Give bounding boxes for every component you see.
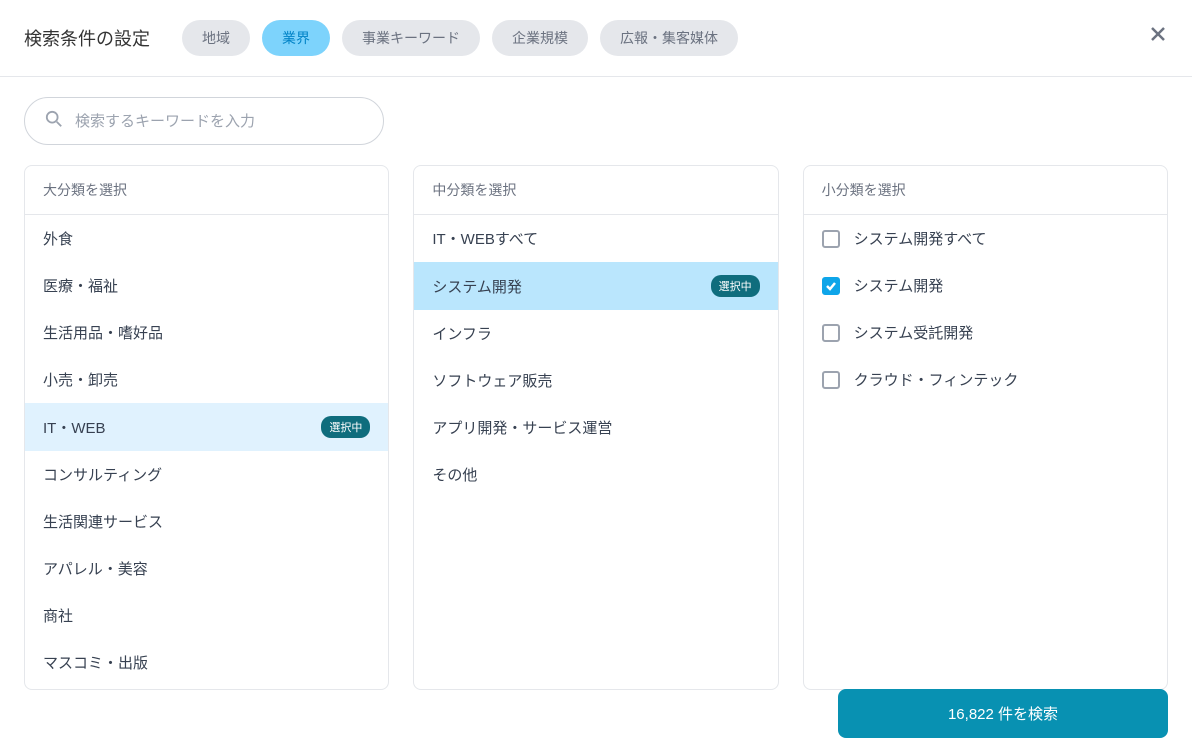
large-category-item[interactable]: コンサルティング (25, 451, 388, 498)
small-category-checkbox-item[interactable]: システム受託開発 (804, 309, 1167, 356)
small-category-list[interactable]: システム開発すべて システム開発 システム受託開発 クラウド・フィンテック (804, 215, 1167, 689)
category-panels: 大分類を選択 外食 医療・福祉 生活用品・嗜好品 小売・卸売 IT・WEB 選択… (0, 145, 1192, 710)
checkbox-checked[interactable] (822, 277, 840, 295)
middle-category-header: 中分類を選択 (414, 166, 777, 215)
search-suffix: 件を検索 (994, 706, 1058, 723)
tab-keyword[interactable]: 事業キーワード (342, 20, 480, 56)
middle-category-item[interactable]: ソフトウェア販売 (414, 357, 777, 404)
selected-badge: 選択中 (711, 275, 760, 297)
large-category-item[interactable]: 商社 (25, 592, 388, 639)
search-icon (45, 110, 63, 133)
large-category-header: 大分類を選択 (25, 166, 388, 215)
check-icon (825, 280, 837, 292)
tab-media[interactable]: 広報・集客媒体 (600, 20, 738, 56)
small-category-header: 小分類を選択 (804, 166, 1167, 215)
middle-category-item[interactable]: インフラ (414, 310, 777, 357)
small-category-panel: 小分類を選択 システム開発すべて システム開発 システム受託開発 (803, 165, 1168, 690)
small-category-checkbox-item[interactable]: クラウド・フィンテック (804, 356, 1167, 403)
large-category-item[interactable]: 生活関連サービス (25, 498, 388, 545)
search-input[interactable] (75, 113, 363, 130)
tab-region[interactable]: 地域 (182, 20, 250, 56)
middle-category-item[interactable]: その他 (414, 451, 777, 498)
large-category-item[interactable]: 外食 (25, 215, 388, 262)
category-tabs: 地域 業界 事業キーワード 企業規模 広報・集客媒体 (182, 20, 738, 56)
search-box[interactable] (24, 97, 384, 145)
checkbox-unchecked[interactable] (822, 371, 840, 389)
checkbox-unchecked[interactable] (822, 324, 840, 342)
modal-title: 検索条件の設定 (24, 25, 150, 51)
modal-header: 検索条件の設定 地域 業界 事業キーワード 企業規模 広報・集客媒体 (0, 0, 1192, 77)
search-row (0, 77, 1192, 145)
large-category-list[interactable]: 外食 医療・福祉 生活用品・嗜好品 小売・卸売 IT・WEB 選択中 コンサルテ… (25, 215, 388, 689)
large-category-item[interactable]: 医療・福祉 (25, 262, 388, 309)
large-category-panel: 大分類を選択 外食 医療・福祉 生活用品・嗜好品 小売・卸売 IT・WEB 選択… (24, 165, 389, 690)
middle-category-panel: 中分類を選択 IT・WEBすべて システム開発 選択中 インフラ ソフトウェア販… (413, 165, 778, 690)
large-category-item-selected[interactable]: IT・WEB 選択中 (25, 403, 388, 451)
middle-category-item-selected[interactable]: システム開発 選択中 (414, 262, 777, 310)
middle-category-list[interactable]: IT・WEBすべて システム開発 選択中 インフラ ソフトウェア販売 アプリ開発… (414, 215, 777, 689)
tab-company-size[interactable]: 企業規模 (492, 20, 588, 56)
large-category-item[interactable]: 生活用品・嗜好品 (25, 309, 388, 356)
small-category-checkbox-item[interactable]: システム開発すべて (804, 215, 1167, 262)
large-category-item[interactable]: アパレル・美容 (25, 545, 388, 592)
result-count: 16,822 (948, 706, 994, 723)
middle-category-item[interactable]: アプリ開発・サービス運営 (414, 404, 777, 451)
large-category-item[interactable]: 食品 (25, 686, 388, 689)
selected-badge: 選択中 (321, 416, 370, 438)
modal-footer: 16,822 件を検索 (814, 673, 1192, 754)
large-category-item[interactable]: マスコミ・出版 (25, 639, 388, 686)
large-category-item[interactable]: 小売・卸売 (25, 356, 388, 403)
middle-category-item[interactable]: IT・WEBすべて (414, 215, 777, 262)
close-button[interactable] (1148, 24, 1168, 49)
small-category-checkbox-item[interactable]: システム開発 (804, 262, 1167, 309)
checkbox-unchecked[interactable] (822, 230, 840, 248)
close-icon (1148, 24, 1168, 44)
search-button[interactable]: 16,822 件を検索 (838, 689, 1168, 738)
tab-industry[interactable]: 業界 (262, 20, 330, 56)
